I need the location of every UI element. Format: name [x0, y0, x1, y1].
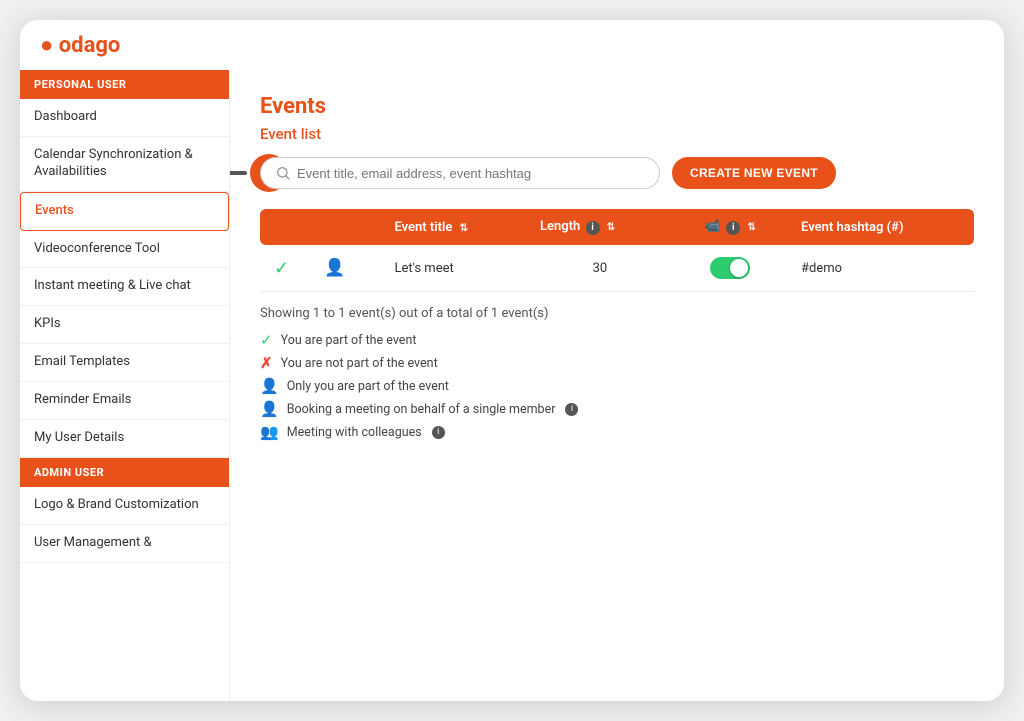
sidebar-item-videoconference[interactable]: Videoconference Tool [20, 231, 229, 269]
sidebar-personal-header: PERSONAL USER [20, 70, 229, 99]
logo-icon: ● [40, 33, 53, 58]
app-window: ● odago PERSONAL USER Dashboard Calendar… [20, 20, 1004, 701]
row-type: 👤 [310, 245, 380, 292]
row-status: ✓ [260, 245, 310, 292]
sidebar-item-instant-meeting[interactable]: Instant meeting & Live chat [20, 268, 229, 306]
legend-person-icon: 👤 [260, 377, 279, 395]
events-table: Event title ⇅ Length i ⇅ 📹 i ⇅ [260, 209, 974, 292]
th-length-label: Length [540, 219, 580, 234]
th-status [260, 209, 310, 245]
arrow-icon [230, 153, 250, 193]
sort-icon-video[interactable]: ⇅ [748, 222, 756, 233]
logo-text: odago [59, 33, 121, 58]
legend-x-icon: ✗ [260, 354, 273, 372]
sidebar-item-my-user-details[interactable]: My User Details [20, 420, 229, 458]
legend: ✓ You are part of the event ✗ You are no… [260, 331, 974, 441]
row-event-title[interactable]: Let's meet [380, 245, 526, 292]
sidebar-item-email-templates[interactable]: Email Templates [20, 344, 229, 382]
legend-check-icon: ✓ [260, 331, 273, 349]
legend-check-label: You are part of the event [281, 333, 417, 348]
content-area: PERSONAL USER Dashboard Calendar Synchro… [20, 70, 1004, 701]
create-new-event-button[interactable]: CREATE NEW EVENT [672, 157, 836, 189]
person-type-icon: 👤 [324, 258, 345, 278]
sidebar-item-user-management[interactable]: User Management & [20, 525, 229, 563]
sort-icon-event-title[interactable]: ⇅ [460, 223, 468, 234]
table-header-row: Event title ⇅ Length i ⇅ 📹 i ⇅ [260, 209, 974, 245]
search-input[interactable] [297, 166, 645, 181]
th-length[interactable]: Length i ⇅ [526, 209, 674, 245]
th-type [310, 209, 380, 245]
sidebar: PERSONAL USER Dashboard Calendar Synchro… [20, 70, 230, 701]
search-row: 1 CREATE NEW EVENT [260, 157, 974, 189]
video-toggle-wrap[interactable] [688, 257, 773, 279]
row-hashtag: #demo [787, 245, 974, 292]
sidebar-item-reminder-emails[interactable]: Reminder Emails [20, 382, 229, 420]
legend-item-person-info: 👤 Booking a meeting on behalf of a singl… [260, 400, 974, 418]
page-title: Events [260, 94, 974, 119]
sort-icon-length[interactable]: ⇅ [607, 222, 615, 233]
search-input-wrap[interactable] [260, 157, 660, 189]
legend-item-x: ✗ You are not part of the event [260, 354, 974, 372]
th-event-title[interactable]: Event title ⇅ [380, 209, 526, 245]
info-icon-colleagues[interactable]: i [432, 426, 445, 439]
row-video[interactable] [674, 245, 787, 292]
status-check-icon: ✓ [274, 258, 289, 279]
th-video[interactable]: 📹 i ⇅ [674, 209, 787, 245]
legend-colleagues-label: Meeting with colleagues [287, 425, 422, 440]
sidebar-admin-header: ADMIN USER [20, 458, 229, 487]
legend-person-info-icon: 👤 [260, 400, 279, 418]
th-hashtag: Event hashtag (#) [787, 209, 974, 245]
section-subtitle: Event list [260, 125, 974, 143]
legend-item-person: 👤 Only you are part of the event [260, 377, 974, 395]
sidebar-item-dashboard[interactable]: Dashboard [20, 99, 229, 137]
th-event-title-label: Event title [394, 220, 452, 235]
sidebar-item-calendar-sync[interactable]: Calendar Synchronization & Availabilitie… [20, 137, 229, 192]
info-icon-length[interactable]: i [586, 221, 600, 235]
info-icon-video[interactable]: i [726, 221, 740, 235]
legend-person-info-label: Booking a meeting on behalf of a single … [287, 402, 556, 417]
legend-x-label: You are not part of the event [281, 356, 438, 371]
row-length: 30 [526, 245, 674, 292]
main-content: Events Event list 1 [230, 70, 1004, 701]
top-bar: ● odago [20, 20, 1004, 70]
table-row: ✓ 👤 Let's meet 30 [260, 245, 974, 292]
legend-item-colleagues: 👥 Meeting with colleagues i [260, 423, 974, 441]
video-camera-icon: 📹 [705, 219, 721, 234]
sidebar-item-kpis[interactable]: KPIs [20, 306, 229, 344]
th-hashtag-label: Event hashtag (#) [801, 220, 903, 235]
legend-item-check: ✓ You are part of the event [260, 331, 974, 349]
legend-colleagues-icon: 👥 [260, 423, 279, 441]
sidebar-item-events[interactable]: Events [20, 192, 229, 231]
sidebar-item-logo-brand[interactable]: Logo & Brand Customization [20, 487, 229, 525]
legend-person-label: Only you are part of the event [287, 379, 449, 394]
logo: ● odago [40, 32, 120, 58]
showing-info: Showing 1 to 1 event(s) out of a total o… [260, 306, 974, 321]
toggle-knob [730, 259, 748, 277]
search-icon [275, 165, 291, 181]
video-toggle[interactable] [710, 257, 750, 279]
info-icon-booking[interactable]: i [565, 403, 578, 416]
